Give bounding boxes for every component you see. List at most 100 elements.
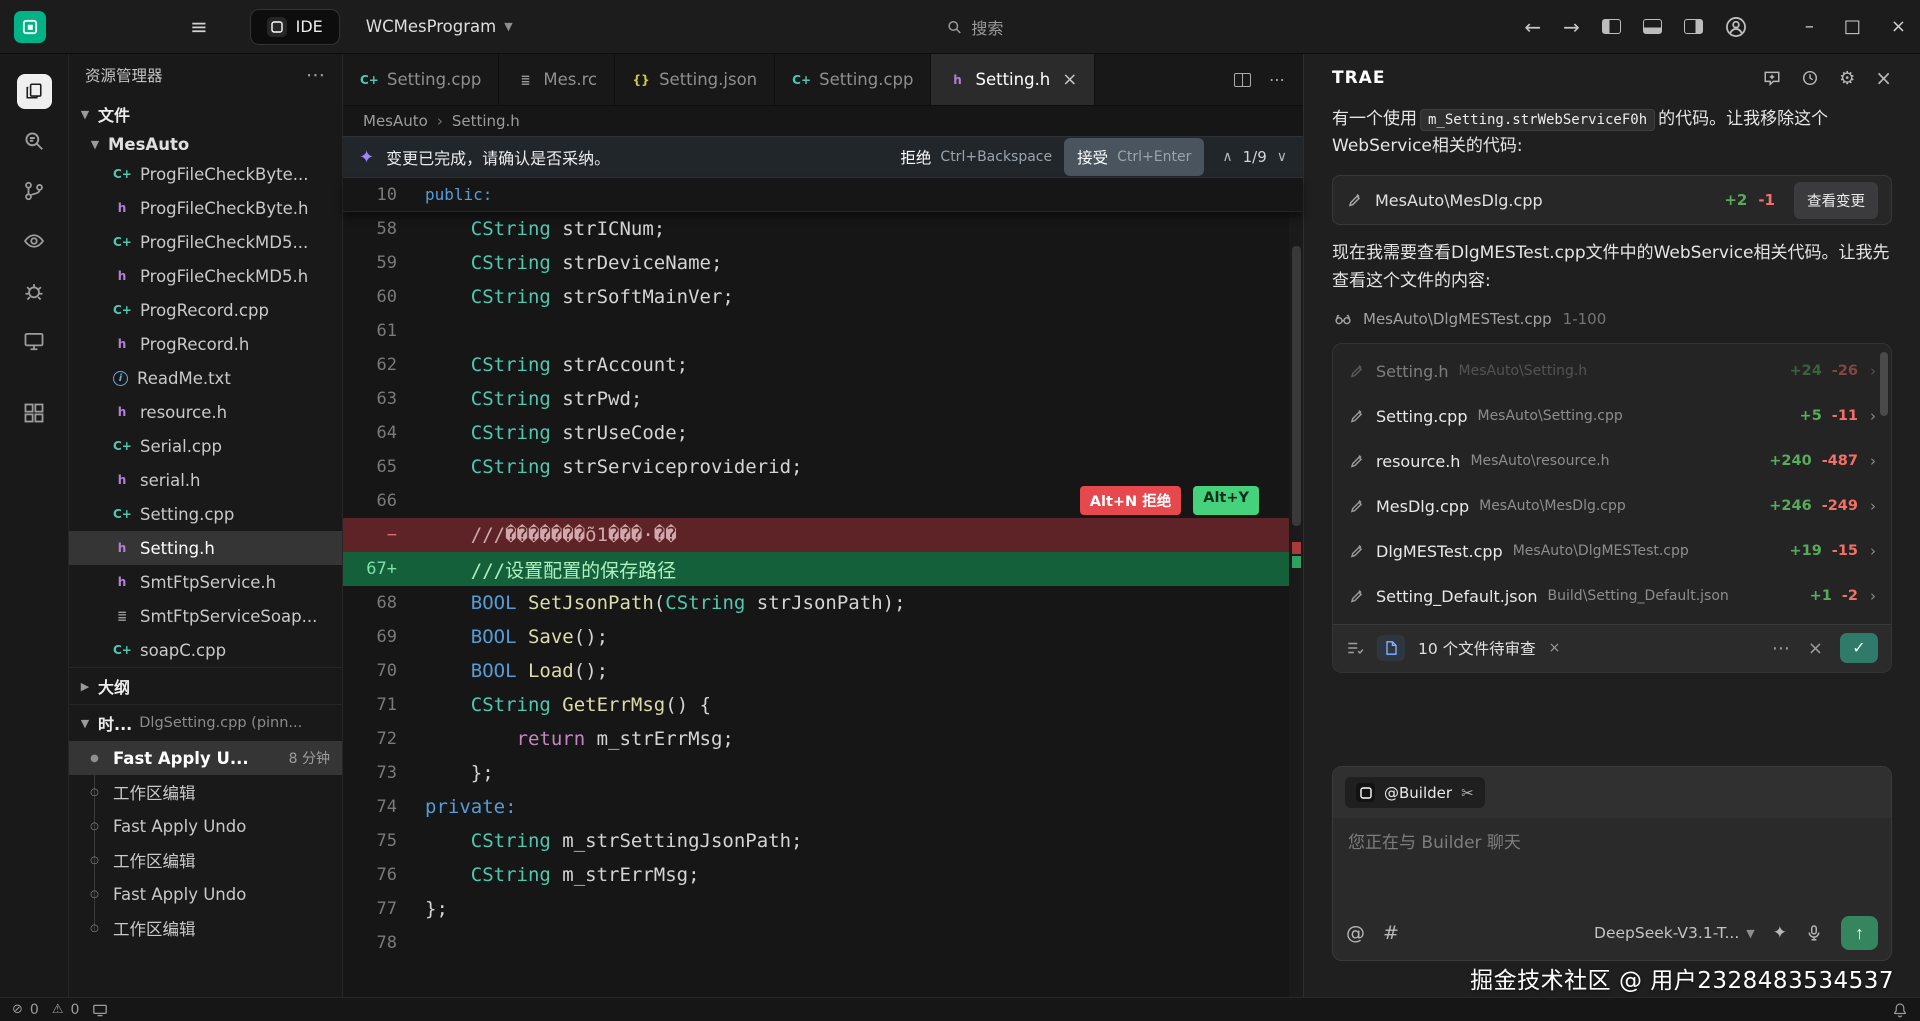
editor-tab[interactable]: C+ Setting.cpp: [775, 54, 931, 105]
ports-monitor-icon[interactable]: [92, 1002, 108, 1018]
forward-arrow-icon[interactable]: →: [1563, 15, 1580, 39]
source-control-icon[interactable]: [0, 166, 68, 216]
feedback-icon[interactable]: [1763, 69, 1781, 87]
ide-badge[interactable]: IDE: [250, 9, 340, 45]
changed-file-row[interactable]: Setting.h MesAuto\Setting.h +24 -26 ›: [1333, 349, 1891, 394]
account-icon[interactable]: [1725, 16, 1747, 38]
view-changes-button[interactable]: 查看变更: [1794, 182, 1878, 219]
review-more-icon[interactable]: ⋯: [1772, 638, 1791, 659]
timeline-item[interactable]: ● Fast Apply U... 8 分钟: [69, 741, 342, 775]
toggle-sidebar-icon[interactable]: [1602, 19, 1621, 34]
checklist-icon[interactable]: [1346, 639, 1364, 657]
prev-change-icon[interactable]: ∧: [1222, 149, 1232, 165]
timeline-item[interactable]: ○ 工作区编辑: [69, 843, 342, 877]
menu-item[interactable]: [128, 21, 150, 33]
timeline-item[interactable]: ○ Fast Apply Undo: [69, 809, 342, 843]
breadcrumb-folder[interactable]: MesAuto: [363, 112, 428, 130]
editor-tab[interactable]: C+ Setting.cpp: [343, 54, 499, 105]
enhance-sparkle-icon[interactable]: ✦: [1773, 923, 1787, 943]
terminal-monitor-icon[interactable]: [0, 316, 68, 366]
menu-item[interactable]: [62, 21, 84, 33]
files-view-toggle-icon[interactable]: [1377, 635, 1405, 661]
mic-icon[interactable]: [1805, 924, 1823, 942]
file-tree-item[interactable]: h ProgRecord.h: [69, 327, 342, 361]
breadcrumb-file[interactable]: Setting.h: [452, 112, 520, 130]
file-tree-item[interactable]: h ProgFileCheckMD5.h: [69, 259, 342, 293]
file-tree-item[interactable]: C+ ProgFileCheckByte...: [69, 157, 342, 191]
errors-icon[interactable]: ⊘: [12, 1002, 23, 1017]
editor-scrollbar[interactable]: [1289, 212, 1303, 997]
split-editor-icon[interactable]: [1234, 73, 1251, 87]
read-file-tool-row[interactable]: MesAuto\DlgMESTest.cpp 1-100: [1332, 310, 1892, 328]
file-tree-item[interactable]: h SmtFtpService.h: [69, 565, 342, 599]
file-tree-item[interactable]: i ReadMe.txt: [69, 361, 342, 395]
file-tree-item[interactable]: h resource.h: [69, 395, 342, 429]
timeline-section-header[interactable]: ▼ 时... DlgSetting.cpp (pinn...: [69, 704, 342, 741]
breadcrumb[interactable]: MesAuto › Setting.h: [343, 106, 1303, 136]
hashtag-icon[interactable]: #: [1383, 922, 1399, 944]
accept-changes-button[interactable]: 接受Ctrl+Enter: [1064, 138, 1204, 176]
settings-gear-icon[interactable]: ⚙: [1839, 68, 1855, 89]
menu-item[interactable]: [106, 21, 128, 33]
folder-mesauto[interactable]: ▼ MesAuto: [69, 132, 342, 157]
changed-file-row[interactable]: resource.h MesAuto\resource.h +240 -487 …: [1333, 439, 1891, 484]
editor-more-icon[interactable]: ⋯: [1269, 70, 1285, 89]
remove-context-icon[interactable]: ✂: [1461, 784, 1474, 802]
reject-hunk-badge[interactable]: Alt+N 拒绝: [1080, 486, 1181, 515]
maximize-button[interactable]: □: [1844, 16, 1861, 37]
hamburger-icon[interactable]: ≡: [176, 15, 222, 39]
explorer-more-icon[interactable]: ⋯: [306, 64, 326, 86]
next-change-icon[interactable]: ∨: [1277, 149, 1287, 165]
reject-all-icon[interactable]: ×: [1808, 638, 1823, 659]
timeline-item[interactable]: ○ 工作区编辑: [69, 775, 342, 809]
history-icon[interactable]: [1801, 69, 1819, 87]
file-change-card[interactable]: MesAuto\MesDlg.cpp +2 -1 查看变更: [1332, 175, 1892, 225]
menu-item[interactable]: [84, 21, 106, 33]
extensions-grid-icon[interactable]: [0, 388, 68, 438]
files-section-header[interactable]: ▼ 文件: [69, 96, 342, 132]
editor-tab[interactable]: ≣ Mes.rc: [499, 54, 615, 105]
accept-hunk-badge[interactable]: Alt+Y: [1193, 486, 1259, 515]
timeline-item[interactable]: ○ 工作区编辑: [69, 911, 342, 945]
accept-all-button[interactable]: ✓: [1840, 633, 1878, 663]
tab-close-icon[interactable]: ×: [1062, 69, 1077, 90]
file-tree-item[interactable]: h Setting.h: [69, 531, 342, 565]
global-search[interactable]: 搜索: [946, 15, 1003, 39]
code-view[interactable]: 58 CString strICNum; 59 CString strDevic…: [343, 212, 1303, 997]
file-tree-item[interactable]: C+ ProgRecord.cpp: [69, 293, 342, 327]
outline-section-header[interactable]: ▶ 大纲: [69, 667, 342, 704]
file-tree-item[interactable]: ≣ SmtFtpServiceSoap...: [69, 599, 342, 633]
file-tree-item[interactable]: h ProgFileCheckByte.h: [69, 191, 342, 225]
toggle-panel-icon[interactable]: [1643, 19, 1662, 34]
minimize-button[interactable]: –: [1805, 16, 1814, 37]
close-panel-icon[interactable]: ×: [1875, 66, 1892, 90]
back-arrow-icon[interactable]: ←: [1524, 15, 1541, 39]
file-tree-item[interactable]: C+ Setting.cpp: [69, 497, 342, 531]
model-selector[interactable]: DeepSeek-V3.1-T... ▼: [1594, 924, 1755, 942]
debug-bug-icon[interactable]: [0, 266, 68, 316]
file-tree-item[interactable]: h serial.h: [69, 463, 342, 497]
search-activity-icon[interactable]: [0, 116, 68, 166]
scrollbar-thumb[interactable]: [1292, 246, 1301, 526]
send-button[interactable]: ↑: [1841, 916, 1878, 950]
chat-input[interactable]: 您正在与 Builder 聊天: [1333, 818, 1891, 906]
project-switcher[interactable]: WCMesProgram ▼: [366, 17, 513, 36]
notifications-bell-icon[interactable]: [1892, 1002, 1908, 1018]
changed-file-row[interactable]: MesDlg.cpp MesAuto\MesDlg.cpp +246 -249 …: [1333, 484, 1891, 529]
dismiss-count-icon[interactable]: ×: [1549, 640, 1561, 656]
file-tree-item[interactable]: C+ soapC.cpp: [69, 633, 342, 667]
chat-transcript[interactable]: 有一个使用m_Setting.strWebServiceF0h的代码。让我移除这…: [1304, 102, 1920, 751]
explorer-activity-icon[interactable]: [0, 66, 68, 116]
warnings-count[interactable]: 0: [70, 1002, 79, 1018]
warnings-icon[interactable]: ⚠: [52, 1002, 64, 1017]
changed-file-row[interactable]: DlgMESTest.cpp MesAuto\DlgMESTest.cpp +1…: [1333, 529, 1891, 574]
changed-file-row[interactable]: Setting_Default.json Build\Setting_Defau…: [1333, 574, 1891, 619]
builder-context-chip[interactable]: @Builder ✂: [1345, 777, 1485, 808]
timeline-item[interactable]: ○ Fast Apply Undo: [69, 877, 342, 911]
toggle-secondary-panel-icon[interactable]: [1684, 19, 1703, 34]
file-tree-item[interactable]: C+ ProgFileCheckMD5...: [69, 225, 342, 259]
errors-count[interactable]: 0: [30, 1002, 39, 1018]
close-window-button[interactable]: ×: [1891, 16, 1906, 37]
file-tree-item[interactable]: C+ Serial.cpp: [69, 429, 342, 463]
menu-item[interactable]: [150, 21, 172, 33]
